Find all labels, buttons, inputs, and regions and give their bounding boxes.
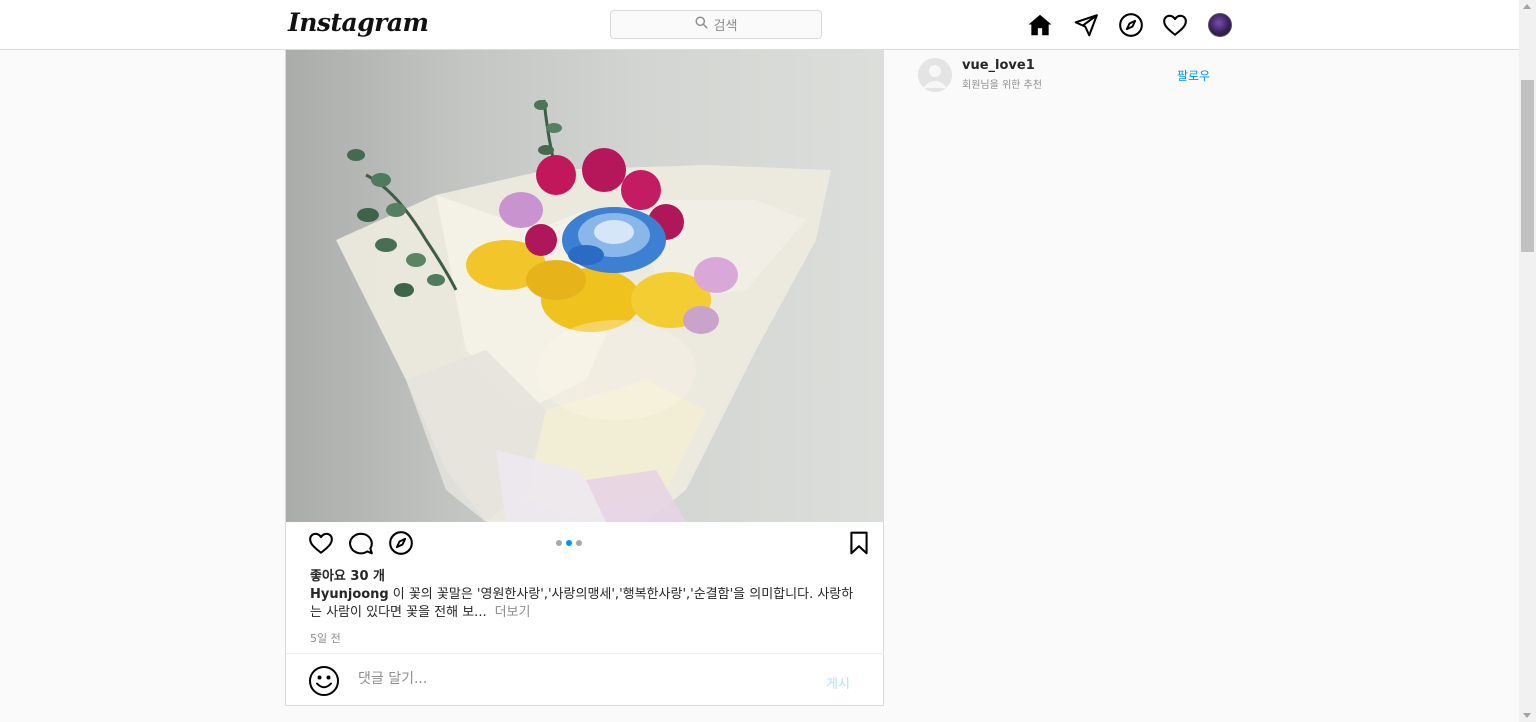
- like-count[interactable]: 좋아요 30 개: [310, 565, 385, 584]
- suggestion-subtitle: 회원님을 위한 추천: [962, 80, 1042, 91]
- suggestion-username[interactable]: vue_love1: [962, 58, 1035, 73]
- more-link[interactable]: 더보기: [495, 605, 531, 620]
- follow-button[interactable]: 팔로우: [1177, 67, 1210, 84]
- feed-post: 좋아요 30 개 Hyunjoong 이 꽃의 꽃말은 '영원한사랑','사랑의맹…: [285, 50, 884, 706]
- profile-avatar[interactable]: [1206, 11, 1234, 39]
- bookmark-icon[interactable]: [846, 530, 874, 558]
- scroll-up-arrow-icon[interactable]: [1523, 4, 1531, 9]
- search-box[interactable]: 검색: [610, 10, 822, 39]
- instagram-logo[interactable]: Instagram: [288, 8, 429, 37]
- carousel-dot: [556, 540, 562, 546]
- page-scrollbar[interactable]: [1519, 0, 1536, 722]
- share-compass-icon[interactable]: [388, 530, 416, 558]
- suggestion-avatar[interactable]: [918, 58, 952, 92]
- comment-composer: 게시: [286, 653, 884, 706]
- like-heart-icon[interactable]: [308, 530, 336, 558]
- caption-text: 이 꽃의 꽃말은 '영원한사랑','사랑의맹세','행복한사랑','순결함'을 …: [310, 587, 854, 620]
- home-icon[interactable]: [1025, 11, 1055, 39]
- post-action-bar: [286, 528, 884, 560]
- post-timestamp: 5일 전: [310, 632, 341, 645]
- carousel-dot: [576, 540, 582, 546]
- activity-heart-icon[interactable]: [1160, 11, 1190, 39]
- post-caption: Hyunjoong 이 꽃의 꽃말은 '영원한사랑','사랑의맹세','행복한사랑…: [310, 586, 858, 622]
- search-icon: [695, 16, 708, 33]
- direct-message-icon[interactable]: [1071, 11, 1101, 39]
- carousel-dot-active: [566, 540, 572, 546]
- carousel-indicator: [556, 540, 582, 546]
- suggestion-item: vue_love1 회원님을 위한 추천 팔로우: [918, 58, 1218, 94]
- search-placeholder: 검색: [713, 19, 738, 34]
- scrollbar-thumb[interactable]: [1521, 80, 1534, 252]
- explore-icon[interactable]: [1116, 11, 1146, 39]
- post-image[interactable]: [286, 50, 884, 522]
- caption-author[interactable]: Hyunjoong: [310, 587, 389, 602]
- emoji-icon[interactable]: [308, 665, 340, 697]
- scroll-down-arrow-icon[interactable]: [1523, 713, 1531, 718]
- top-navigation-bar: Instagram 검색: [0, 0, 1519, 50]
- post-comment-button[interactable]: 게시: [826, 673, 850, 692]
- comment-bubble-icon[interactable]: [348, 530, 376, 558]
- comment-input[interactable]: [358, 668, 778, 690]
